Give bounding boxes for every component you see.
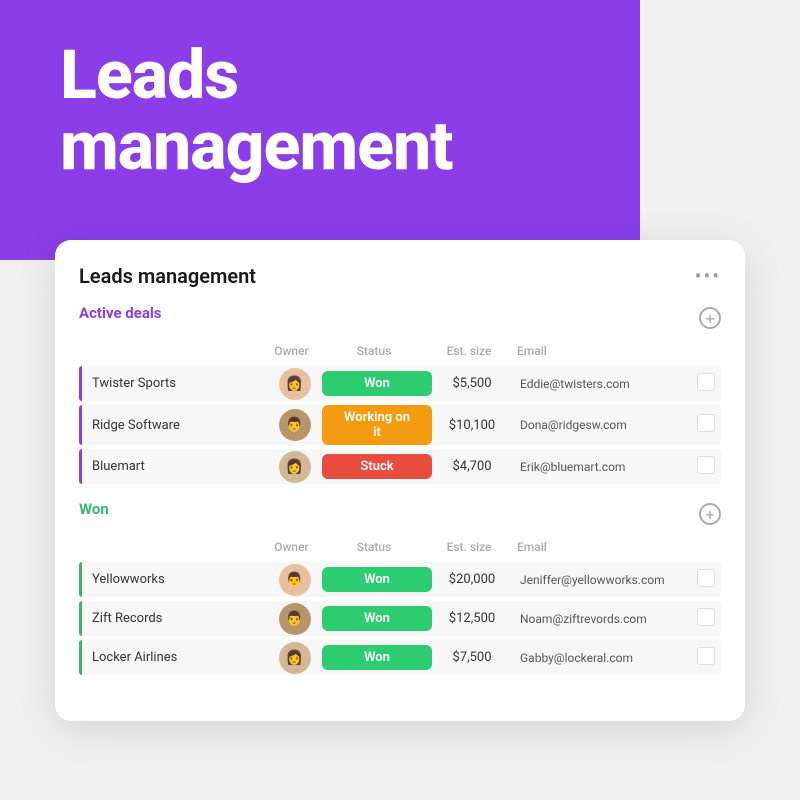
status-badge: Won <box>322 567 432 592</box>
avatar: 👩 <box>279 451 311 483</box>
deal-size: $12,500 <box>432 611 512 626</box>
deal-size: $5,500 <box>432 376 512 391</box>
th-size-won: Est. size <box>429 540 509 554</box>
deal-owner: 👩 <box>267 642 322 674</box>
deal-action <box>691 647 721 669</box>
deal-email: Gabby@lockeral.com <box>512 651 691 665</box>
add-active-deal-button[interactable]: + <box>699 307 721 329</box>
table-row: Ridge Software 👨 Working on it $10,100 D… <box>79 405 721 445</box>
status-badge: Won <box>322 606 432 631</box>
deal-email: Noam@ziftrevords.com <box>512 612 691 626</box>
row-checkbox[interactable] <box>697 373 715 391</box>
deal-size: $20,000 <box>432 572 512 587</box>
card-title: Leads management <box>79 264 256 288</box>
status-badge: Won <box>322 371 432 396</box>
deal-owner: 👨 <box>267 564 322 596</box>
deal-size: $4,700 <box>432 459 512 474</box>
hero-title: Leads management <box>60 40 452 183</box>
deal-status: Won <box>322 645 432 670</box>
active-deals-header: Active deals + <box>79 304 721 332</box>
hero-title-line2: management <box>60 106 452 186</box>
deal-action <box>691 569 721 591</box>
th-email: Email <box>509 344 691 358</box>
deal-owner: 👨 <box>267 409 322 441</box>
table-row: Locker Airlines 👩 Won $7,500 Gabby@locke… <box>79 640 721 675</box>
add-won-deal-button[interactable]: + <box>699 503 721 525</box>
deal-action <box>691 456 721 478</box>
th-status-won: Status <box>319 540 429 554</box>
status-badge: Working on it <box>322 405 432 445</box>
deal-name: Ridge Software <box>82 408 267 443</box>
avatar: 👩 <box>279 642 311 674</box>
th-size: Est. size <box>429 344 509 358</box>
avatar: 👨 <box>279 564 311 596</box>
won-section: Won + Owner Status Est. size Email Yello… <box>55 500 745 675</box>
avatar: 👨 <box>279 603 311 635</box>
deal-status: Won <box>322 567 432 592</box>
deal-owner: 👩 <box>267 368 322 400</box>
hero-title-line1: Leads <box>60 35 238 115</box>
row-checkbox[interactable] <box>697 647 715 665</box>
status-badge: Stuck <box>322 454 432 479</box>
deal-owner: 👩 <box>267 451 322 483</box>
more-options-button[interactable]: ••• <box>695 264 721 288</box>
deal-action <box>691 608 721 630</box>
deal-status: Won <box>322 371 432 396</box>
won-section-header: Won + <box>79 500 721 528</box>
deal-name: Twister Sports <box>82 366 267 401</box>
status-badge: Won <box>322 645 432 670</box>
th-owner-won: Owner <box>264 540 319 554</box>
deal-action <box>691 373 721 395</box>
won-table-header: Owner Status Est. size Email <box>79 536 721 562</box>
won-deals-rows: Yellowworks 👨 Won $20,000 Jeniffer@yello… <box>79 562 721 675</box>
active-deals-table-header: Owner Status Est. size Email <box>79 340 721 366</box>
deal-email: Erik@bluemart.com <box>512 460 691 474</box>
th-status: Status <box>319 344 429 358</box>
th-email-won: Email <box>509 540 691 554</box>
deal-size: $10,100 <box>432 418 512 433</box>
table-row: Bluemart 👩 Stuck $4,700 Erik@bluemart.co… <box>79 449 721 484</box>
won-section-label: Won <box>79 500 109 518</box>
row-checkbox[interactable] <box>697 569 715 587</box>
table-row: Zift Records 👨 Won $12,500 Noam@ziftrevo… <box>79 601 721 636</box>
deal-email: Jeniffer@yellowworks.com <box>512 573 691 587</box>
table-row: Twister Sports 👩 Won $5,500 Eddie@twiste… <box>79 366 721 401</box>
deal-name: Bluemart <box>82 449 267 484</box>
deal-status: Working on it <box>322 405 432 445</box>
deal-email: Dona@ridgesw.com <box>512 418 691 432</box>
active-deals-rows: Twister Sports 👩 Won $5,500 Eddie@twiste… <box>79 366 721 484</box>
deal-owner: 👨 <box>267 603 322 635</box>
card-header: Leads management ••• <box>55 264 745 304</box>
active-deals-section: Active deals + Owner Status Est. size Em… <box>55 304 745 484</box>
table-row: Yellowworks 👨 Won $20,000 Jeniffer@yello… <box>79 562 721 597</box>
active-deals-label: Active deals <box>79 304 162 322</box>
deal-status: Won <box>322 606 432 631</box>
deal-size: $7,500 <box>432 650 512 665</box>
deal-status: Stuck <box>322 454 432 479</box>
deal-name: Locker Airlines <box>82 640 267 675</box>
leads-management-card: Leads management ••• Active deals + Owne… <box>55 240 745 721</box>
deal-action <box>691 414 721 436</box>
avatar: 👨 <box>279 409 311 441</box>
deal-name: Zift Records <box>82 601 267 636</box>
row-checkbox[interactable] <box>697 608 715 626</box>
deal-name: Yellowworks <box>82 562 267 597</box>
deal-email: Eddie@twisters.com <box>512 377 691 391</box>
row-checkbox[interactable] <box>697 456 715 474</box>
avatar: 👩 <box>279 368 311 400</box>
th-owner: Owner <box>264 344 319 358</box>
row-checkbox[interactable] <box>697 414 715 432</box>
